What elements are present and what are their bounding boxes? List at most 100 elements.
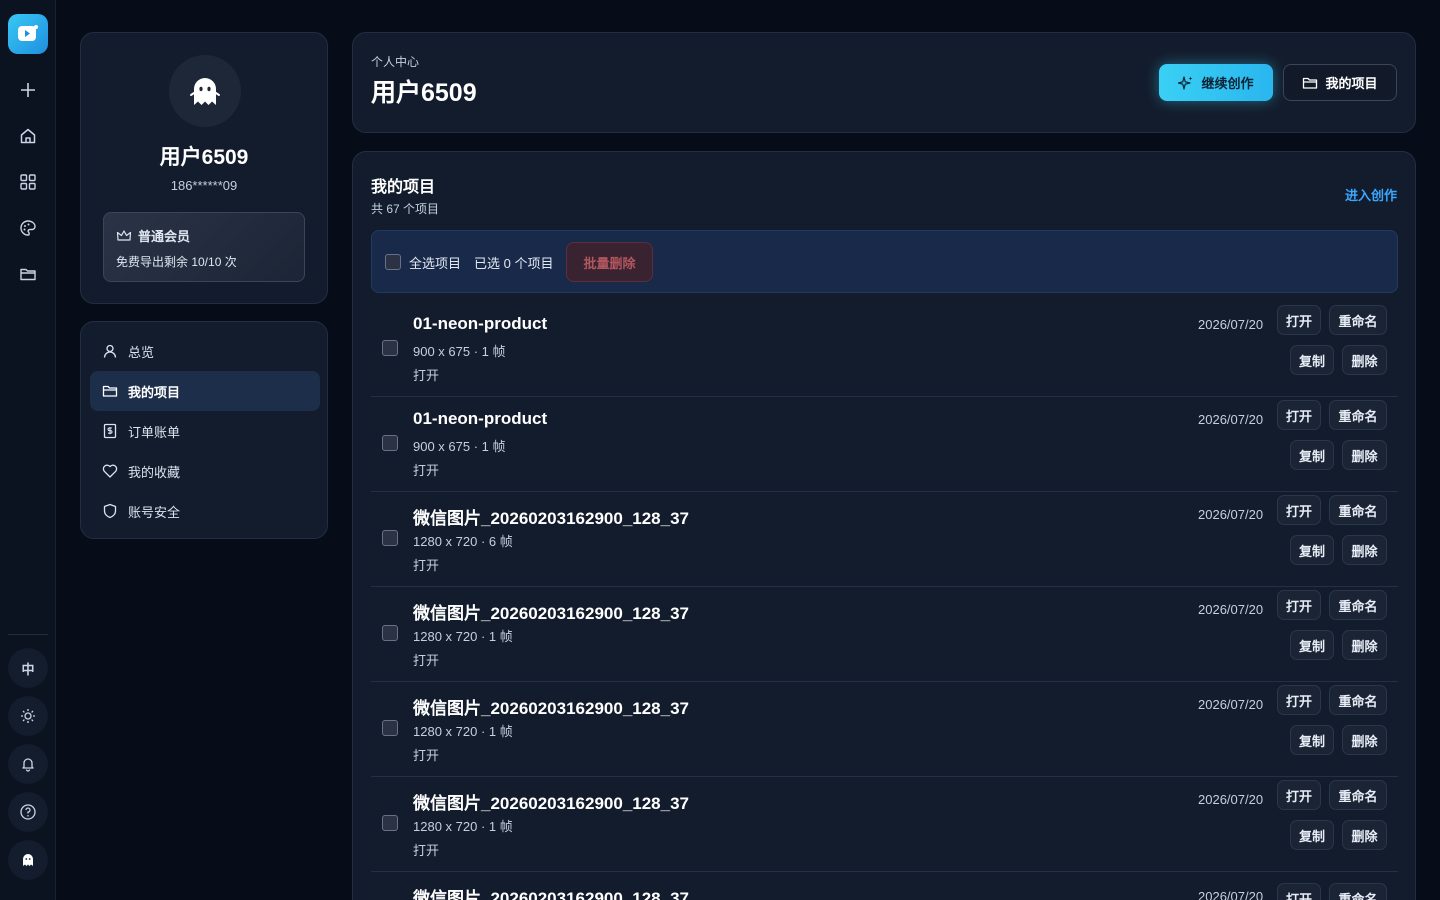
theme-toggle[interactable] — [8, 696, 48, 736]
delete-button[interactable]: 删除 — [1342, 725, 1387, 755]
language-toggle[interactable]: 中 — [8, 648, 48, 688]
help-icon — [20, 804, 36, 820]
nav-item-label: 账号安全 — [128, 504, 181, 520]
project-row[interactable]: 微信图片_20260203162900_128_37 2026/07/20 打开… — [371, 872, 1398, 900]
logo-icon — [18, 25, 38, 41]
continue-create-button[interactable]: 继续创作 — [1159, 64, 1273, 101]
row-checkbox[interactable] — [382, 530, 398, 546]
plus-icon[interactable] — [16, 78, 40, 102]
project-date: 2026/07/20 — [1198, 317, 1264, 332]
project-name[interactable]: 微信图片_20260203162900_128_37 — [413, 694, 689, 719]
delete-button[interactable]: 删除 — [1342, 535, 1387, 565]
my-projects-button[interactable]: 我的项目 — [1283, 64, 1397, 101]
open-button[interactable]: 打开 — [1277, 780, 1321, 810]
copy-button[interactable]: 复制 — [1290, 725, 1334, 755]
rename-button[interactable]: 重命名 — [1329, 883, 1387, 900]
page-header: 个人中心 用户6509 继续创作 我的项目 — [352, 32, 1416, 133]
user-icon — [103, 344, 117, 358]
project-row[interactable]: 微信图片_20260203162900_128_37 1280 x 720 · … — [371, 587, 1398, 682]
crown-icon — [116, 229, 132, 241]
copy-button[interactable]: 复制 — [1290, 345, 1334, 375]
profile-name: 用户6509 — [159, 146, 249, 169]
avatar[interactable] — [169, 55, 241, 127]
select-all-label[interactable]: 全选项目 — [409, 253, 461, 272]
project-row[interactable]: 01-neon-product 900 x 675 · 1 帧 打开 2026/… — [371, 302, 1398, 397]
project-meta: 900 x 675 · 1 帧 — [413, 439, 506, 454]
delete-button[interactable]: 删除 — [1342, 630, 1387, 660]
nav-item-overview[interactable]: 总览 — [90, 331, 320, 371]
app-logo[interactable] — [8, 14, 48, 54]
copy-button[interactable]: 复制 — [1290, 440, 1334, 470]
row-checkbox[interactable] — [382, 720, 398, 736]
project-row[interactable]: 微信图片_20260203162900_128_37 1280 x 720 · … — [371, 492, 1398, 587]
project-date: 2026/07/20 — [1198, 889, 1264, 900]
folder-icon[interactable] — [16, 262, 40, 286]
project-name[interactable]: 微信图片_20260203162900_128_37 — [413, 599, 689, 624]
project-open-link[interactable]: 打开 — [413, 555, 439, 574]
user-avatar-button[interactable] — [8, 840, 48, 880]
project-meta: 900 x 675 · 1 帧 — [413, 344, 506, 359]
project-name[interactable]: 微信图片_20260203162900_128_37 — [413, 884, 689, 900]
notification-button[interactable] — [8, 744, 48, 784]
open-button[interactable]: 打开 — [1277, 305, 1321, 335]
row-checkbox[interactable] — [382, 340, 398, 356]
project-name[interactable]: 微信图片_20260203162900_128_37 — [413, 504, 689, 529]
membership-badge[interactable]: 普通会员 免费导出剩余 10/10 次 — [103, 212, 305, 282]
open-button[interactable]: 打开 — [1277, 590, 1321, 620]
project-meta: 1280 x 720 · 1 帧 — [413, 819, 513, 834]
select-all-checkbox[interactable] — [385, 254, 401, 270]
profile-card: 用户6509 186******09 普通会员 免费导出剩余 10/10 次 — [80, 32, 328, 304]
copy-button[interactable]: 复制 — [1290, 630, 1334, 660]
rail-divider — [8, 634, 48, 635]
project-date: 2026/07/20 — [1198, 412, 1264, 427]
project-name[interactable]: 微信图片_20260203162900_128_37 — [413, 789, 689, 814]
project-open-link[interactable]: 打开 — [413, 840, 439, 859]
help-button[interactable] — [8, 792, 48, 832]
sun-icon — [21, 709, 35, 723]
projects-panel: 我的项目 共 67 个项目 进入创作 全选项目 已选 0 个项目 批量删除 01… — [352, 151, 1416, 900]
nav-item-label: 总览 — [128, 344, 155, 360]
enter-create-link[interactable]: 进入创作 — [1345, 185, 1397, 204]
rename-button[interactable]: 重命名 — [1329, 305, 1387, 335]
open-button[interactable]: 打开 — [1277, 495, 1321, 525]
project-row[interactable]: 微信图片_20260203162900_128_37 1280 x 720 · … — [371, 682, 1398, 777]
project-open-link[interactable]: 打开 — [413, 745, 439, 764]
copy-button[interactable]: 复制 — [1290, 535, 1334, 565]
rename-button[interactable]: 重命名 — [1329, 400, 1387, 430]
copy-button[interactable]: 复制 — [1290, 820, 1334, 850]
grid-icon[interactable] — [16, 170, 40, 194]
nav-item-projects[interactable]: 我的项目 — [90, 371, 320, 411]
project-open-link[interactable]: 打开 — [413, 650, 439, 669]
project-open-link[interactable]: 打开 — [413, 460, 439, 479]
rename-button[interactable]: 重命名 — [1329, 685, 1387, 715]
open-button[interactable]: 打开 — [1277, 400, 1321, 430]
nav-item-security[interactable]: 账号安全 — [90, 491, 320, 531]
delete-button[interactable]: 删除 — [1342, 820, 1387, 850]
page-title: 用户6509 — [371, 79, 477, 107]
rename-button[interactable]: 重命名 — [1329, 495, 1387, 525]
project-name[interactable]: 01-neon-product — [413, 409, 547, 429]
rename-button[interactable]: 重命名 — [1329, 780, 1387, 810]
project-name[interactable]: 01-neon-product — [413, 314, 547, 334]
home-icon[interactable] — [16, 124, 40, 148]
palette-icon[interactable] — [16, 216, 40, 240]
batch-delete-button[interactable]: 批量删除 — [566, 242, 653, 282]
open-button[interactable]: 打开 — [1277, 883, 1321, 900]
project-row[interactable]: 微信图片_20260203162900_128_37 1280 x 720 · … — [371, 777, 1398, 872]
breadcrumb: 个人中心 — [371, 55, 420, 69]
delete-button[interactable]: 删除 — [1342, 345, 1387, 375]
project-row[interactable]: 01-neon-product 900 x 675 · 1 帧 打开 2026/… — [371, 397, 1398, 492]
row-checkbox[interactable] — [382, 625, 398, 641]
nav-item-label: 我的项目 — [128, 384, 181, 400]
nav-item-label: 订单账单 — [128, 424, 181, 440]
open-button[interactable]: 打开 — [1277, 685, 1321, 715]
row-checkbox[interactable] — [382, 435, 398, 451]
projects-count: 共 67 个项目 — [371, 202, 440, 216]
nav-item-favorites[interactable]: 我的收藏 — [90, 451, 320, 491]
nav-item-orders[interactable]: 订单账单 — [90, 411, 320, 451]
project-open-link[interactable]: 打开 — [413, 365, 439, 384]
row-checkbox[interactable] — [382, 815, 398, 831]
delete-button[interactable]: 删除 — [1342, 440, 1387, 470]
rename-button[interactable]: 重命名 — [1329, 590, 1387, 620]
shield-icon — [103, 503, 117, 519]
